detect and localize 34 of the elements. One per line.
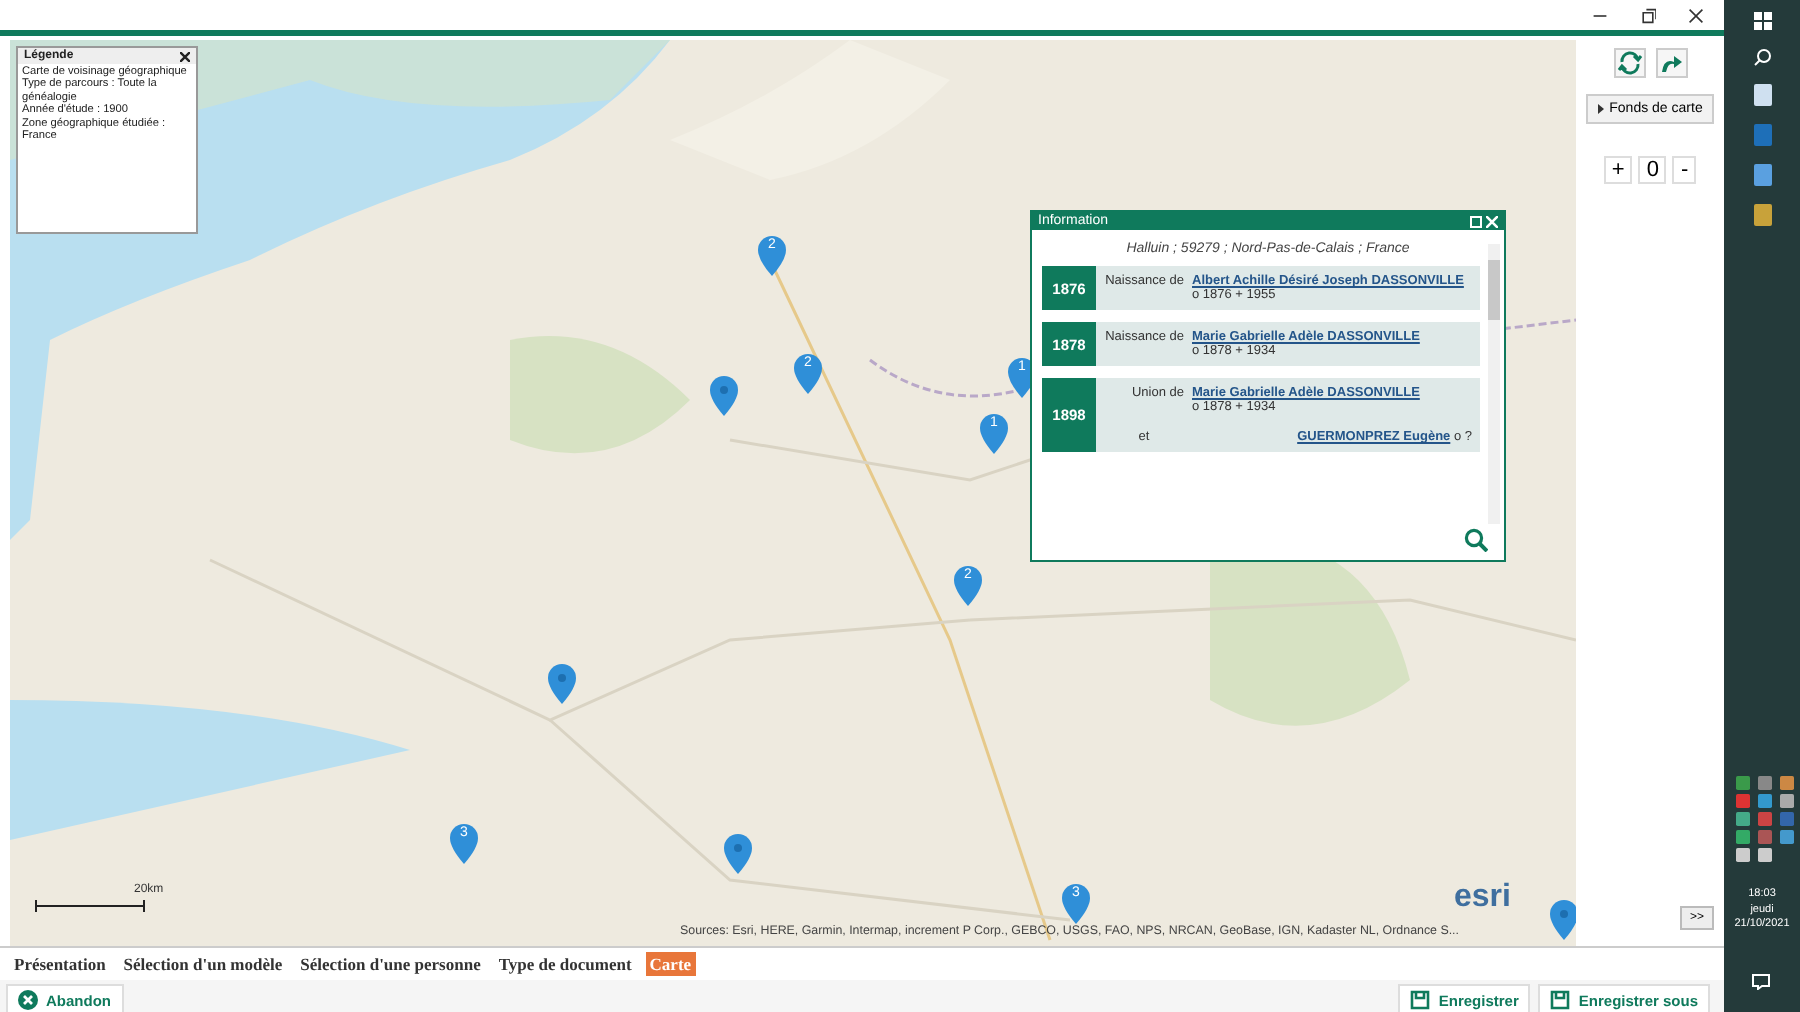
notification-icon[interactable] <box>1752 974 1770 990</box>
map-pin-icon[interactable] <box>758 236 786 276</box>
search-icon[interactable] <box>1464 528 1488 552</box>
wizard-step[interactable]: Type de document <box>494 952 636 976</box>
wizard-step[interactable]: Présentation <box>10 952 110 976</box>
wizard-step[interactable]: Sélection d'une personne <box>296 952 485 976</box>
map-pin-icon[interactable] <box>794 354 822 394</box>
map-pin-icon[interactable] <box>450 824 478 864</box>
app-icon[interactable] <box>1751 204 1773 226</box>
scrollbar[interactable] <box>1488 244 1500 524</box>
map-pin-icon[interactable] <box>724 834 752 874</box>
document-icon[interactable] <box>1751 164 1773 186</box>
map-pin-icon[interactable] <box>710 376 738 416</box>
wizard-step[interactable]: Sélection d'un modèle <box>119 952 287 976</box>
zoom-level: 0 <box>1638 156 1667 184</box>
maximize-icon[interactable] <box>1470 215 1482 227</box>
map-pin-icon[interactable] <box>548 664 576 704</box>
map-pin-icon[interactable] <box>980 414 1008 454</box>
zoom-out-button[interactable]: - <box>1672 156 1697 184</box>
zoom-in-button[interactable]: + <box>1603 156 1633 184</box>
close-icon[interactable] <box>1688 7 1704 23</box>
caret-icon <box>1597 104 1604 114</box>
refresh-icon[interactable] <box>1613 48 1645 78</box>
close-icon[interactable] <box>180 51 190 61</box>
scrollbar-thumb[interactable] <box>1488 260 1500 320</box>
app-icon[interactable] <box>1751 84 1773 106</box>
map-pin-icon[interactable] <box>954 566 982 606</box>
restore-icon[interactable] <box>1640 7 1656 23</box>
map-pin-icon[interactable] <box>1550 900 1576 940</box>
search-icon[interactable] <box>1753 48 1771 66</box>
map-logo: esri <box>1454 880 1511 916</box>
map-pin-icon[interactable] <box>1062 884 1090 924</box>
close-icon <box>18 990 38 1010</box>
windows-logo-icon[interactable] <box>1753 12 1771 30</box>
